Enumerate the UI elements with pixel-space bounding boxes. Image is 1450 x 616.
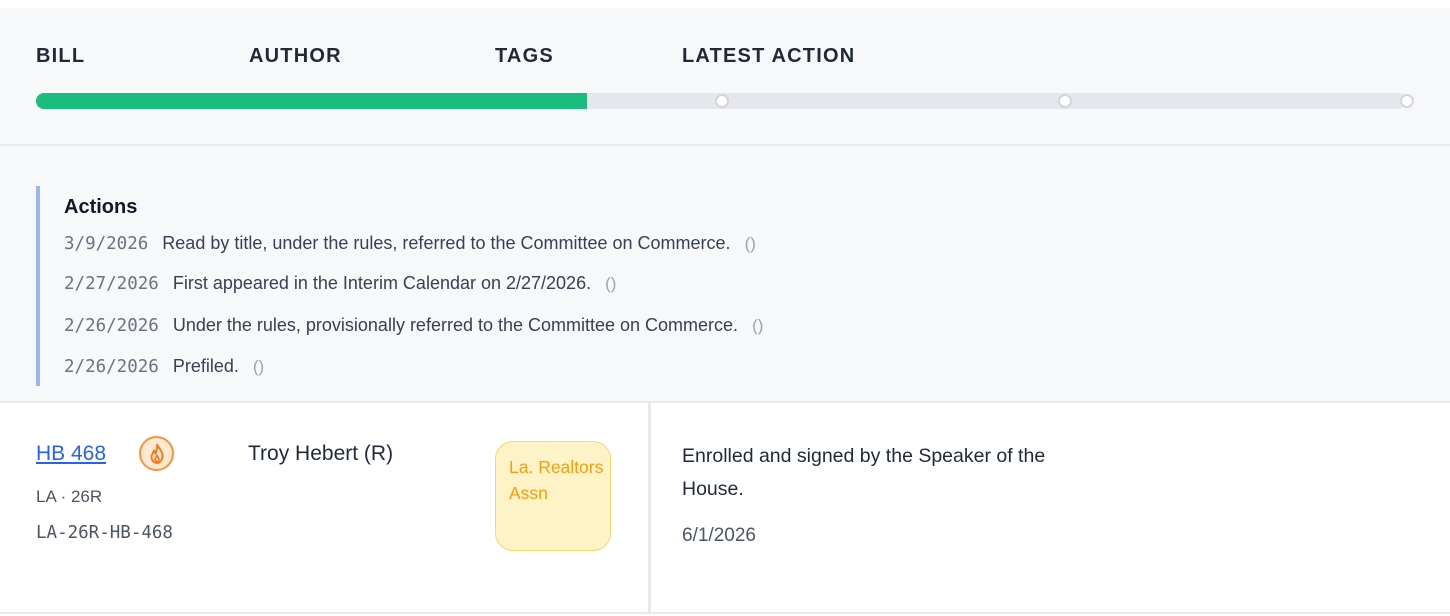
action-date: 3/9/2026 — [64, 234, 149, 254]
latest-action-text: Enrolled and signed by the Speaker of th… — [682, 445, 1046, 500]
bill-state-session: LA · 26R — [36, 487, 103, 506]
progress-stage-marker — [715, 94, 729, 108]
column-header-bill[interactable]: BILL — [36, 45, 85, 68]
action-date: 2/26/2026 — [64, 357, 159, 377]
action-source-link[interactable]: () — [752, 316, 763, 336]
flame-icon — [139, 436, 174, 471]
action-source-link[interactable]: () — [605, 274, 616, 294]
action-item: 3/9/2026 Read by title, under the rules,… — [64, 233, 756, 259]
action-text: Prefiled. — [172, 356, 239, 376]
action-item: 2/27/2026 First appeared in the Interim … — [64, 273, 616, 299]
action-item: 2/26/2026 Prefiled. () — [64, 356, 264, 382]
actions-accent-bar — [36, 186, 40, 386]
column-header-author[interactable]: AUTHOR — [249, 45, 342, 68]
action-date: 2/26/2026 — [64, 316, 159, 336]
progress-stage-marker — [1058, 94, 1072, 108]
bill-progress-fill — [36, 93, 587, 109]
actions-panel: Actions 3/9/2026 Read by title, under th… — [0, 146, 1450, 403]
column-divider — [648, 403, 651, 614]
column-header-latest-action[interactable]: LATEST ACTION — [682, 45, 855, 68]
latest-action-date: 6/1/2026 — [682, 525, 756, 546]
action-text: Under the rules, provisionally referred … — [172, 315, 739, 335]
bill-identifier: LA-26R-HB-468 — [36, 523, 173, 543]
column-header-tags[interactable]: TAGS — [495, 45, 554, 68]
action-item: 2/26/2026 Under the rules, provisionally… — [64, 315, 763, 341]
bill-number-link[interactable]: HB 468 — [36, 442, 106, 466]
action-source-link[interactable]: () — [253, 357, 264, 377]
table-header: BILL AUTHOR TAGS LATEST ACTION — [0, 8, 1450, 146]
actions-title: Actions — [64, 196, 138, 218]
bill-progress-bar — [36, 93, 1414, 109]
action-text: First appeared in the Interim Calendar o… — [172, 273, 592, 293]
bill-author: Troy Hebert (R) — [248, 442, 394, 465]
action-text: Read by title, under the rules, referred… — [162, 233, 731, 253]
table-row: HB 468 LA · 26R LA-26R-HB-468 Troy Heber… — [0, 403, 1450, 614]
action-date: 2/27/2026 — [64, 274, 159, 294]
progress-stage-marker — [1400, 94, 1414, 108]
tag-badge[interactable]: La. Realtors Assn — [495, 441, 611, 551]
action-source-link[interactable]: () — [745, 234, 756, 254]
